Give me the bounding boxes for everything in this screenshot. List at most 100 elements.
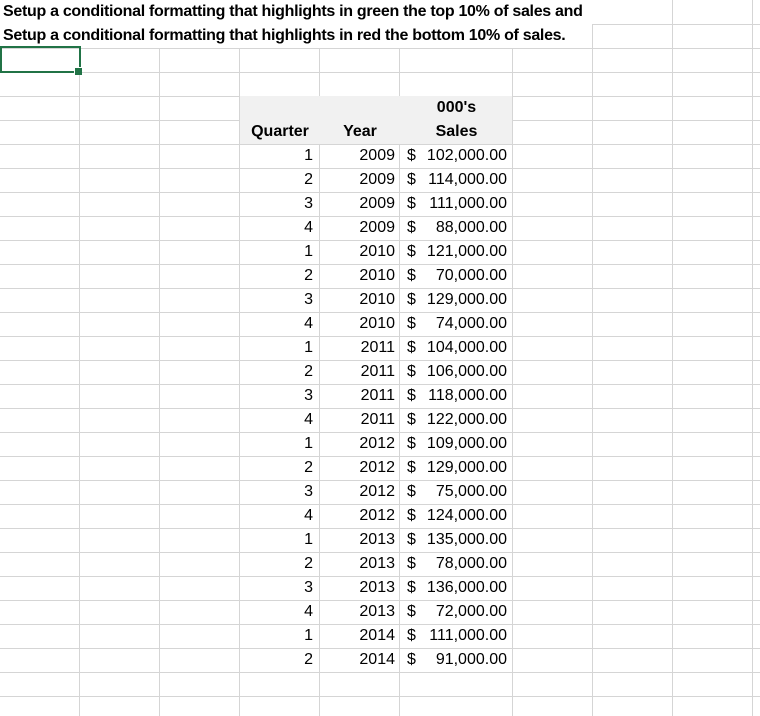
- year-cell[interactable]: 2011: [320, 336, 400, 360]
- year-cell[interactable]: 2009: [320, 216, 400, 240]
- year-cell[interactable]: 2012: [320, 480, 400, 504]
- quarter-cell[interactable]: 2: [240, 456, 320, 480]
- sales-cell[interactable]: $ 104,000.00: [400, 336, 513, 360]
- year-cell[interactable]: 2010: [320, 264, 400, 288]
- sales-cell[interactable]: $ 75,000.00: [400, 480, 513, 504]
- sales-cell[interactable]: $ 111,000.00: [400, 192, 513, 216]
- sales-cell[interactable]: $ 91,000.00: [400, 648, 513, 672]
- table-row: 2 2009 $ 114,000.00: [240, 168, 513, 192]
- quarter-cell[interactable]: 3: [240, 384, 320, 408]
- sales-cell[interactable]: $ 78,000.00: [400, 552, 513, 576]
- sales-header-cell[interactable]: Sales: [400, 120, 513, 144]
- gridline: [79, 48, 80, 716]
- table-row: 4 2009 $ 88,000.00: [240, 216, 513, 240]
- currency-symbol: $: [407, 291, 416, 308]
- year-cell[interactable]: 2009: [320, 144, 400, 168]
- year-cell[interactable]: 2013: [320, 552, 400, 576]
- currency-symbol: $: [407, 411, 416, 428]
- currency-symbol: $: [407, 195, 416, 212]
- quarter-cell[interactable]: 2: [240, 552, 320, 576]
- quarter-cell[interactable]: 1: [240, 240, 320, 264]
- sales-amount: 122,000.00: [426, 411, 507, 428]
- year-cell[interactable]: 2011: [320, 360, 400, 384]
- fill-handle[interactable]: [74, 67, 82, 75]
- sales-cell[interactable]: $ 121,000.00: [400, 240, 513, 264]
- table-row: 4 2012 $ 124,000.00: [240, 504, 513, 528]
- sales-cell[interactable]: $ 111,000.00: [400, 624, 513, 648]
- year-cell[interactable]: 2010: [320, 312, 400, 336]
- quarter-cell[interactable]: 1: [240, 336, 320, 360]
- quarter-header-cell[interactable]: Quarter: [240, 120, 320, 144]
- sales-cell[interactable]: $ 106,000.00: [400, 360, 513, 384]
- year-cell[interactable]: 2013: [320, 528, 400, 552]
- currency-symbol: $: [407, 339, 416, 356]
- selected-cell[interactable]: [0, 46, 81, 73]
- table-row: 3 2012 $ 75,000.00: [240, 480, 513, 504]
- instruction-line-1[interactable]: Setup a conditional formatting that high…: [3, 0, 583, 24]
- table-row: 3 2013 $ 136,000.00: [240, 576, 513, 600]
- year-cell[interactable]: 2013: [320, 600, 400, 624]
- quarter-cell[interactable]: 3: [240, 576, 320, 600]
- currency-symbol: $: [407, 363, 416, 380]
- sales-cell[interactable]: $ 114,000.00: [400, 168, 513, 192]
- quarter-cell[interactable]: 1: [240, 432, 320, 456]
- sales-amount: 70,000.00: [435, 267, 507, 284]
- units-header-cell[interactable]: 000's: [400, 96, 513, 120]
- sales-cell[interactable]: $ 72,000.00: [400, 600, 513, 624]
- year-cell[interactable]: 2010: [320, 288, 400, 312]
- sales-cell[interactable]: $ 70,000.00: [400, 264, 513, 288]
- table-row: 2 2013 $ 78,000.00: [240, 552, 513, 576]
- currency-symbol: $: [407, 555, 416, 572]
- sales-cell[interactable]: $ 135,000.00: [400, 528, 513, 552]
- quarter-cell[interactable]: 1: [240, 528, 320, 552]
- quarter-cell[interactable]: 2: [240, 360, 320, 384]
- sales-cell[interactable]: $ 109,000.00: [400, 432, 513, 456]
- sales-cell[interactable]: $ 129,000.00: [400, 288, 513, 312]
- quarter-cell[interactable]: 1: [240, 624, 320, 648]
- gridline: [672, 48, 673, 716]
- year-cell[interactable]: 2013: [320, 576, 400, 600]
- currency-symbol: $: [407, 243, 416, 260]
- sales-cell[interactable]: $ 118,000.00: [400, 384, 513, 408]
- quarter-cell[interactable]: 2: [240, 264, 320, 288]
- table-row: 2 2010 $ 70,000.00: [240, 264, 513, 288]
- year-cell[interactable]: 2012: [320, 432, 400, 456]
- year-cell[interactable]: 2014: [320, 648, 400, 672]
- sales-cell[interactable]: $ 136,000.00: [400, 576, 513, 600]
- year-header-cell[interactable]: Year: [320, 120, 400, 144]
- quarter-cell[interactable]: 1: [240, 144, 320, 168]
- year-cell[interactable]: 2009: [320, 192, 400, 216]
- quarter-cell[interactable]: 2: [240, 648, 320, 672]
- currency-symbol: $: [407, 627, 416, 644]
- sales-amount: 75,000.00: [435, 483, 507, 500]
- quarter-cell[interactable]: 4: [240, 216, 320, 240]
- gridline: [752, 48, 753, 716]
- quarter-cell[interactable]: 4: [240, 504, 320, 528]
- year-cell[interactable]: 2012: [320, 456, 400, 480]
- year-cell[interactable]: 2011: [320, 408, 400, 432]
- sales-amount: 104,000.00: [426, 339, 507, 356]
- quarter-cell[interactable]: 2: [240, 168, 320, 192]
- sales-cell[interactable]: $ 124,000.00: [400, 504, 513, 528]
- sales-cell[interactable]: $ 74,000.00: [400, 312, 513, 336]
- instruction-line-2[interactable]: Setup a conditional formatting that high…: [3, 24, 566, 48]
- quarter-cell[interactable]: 4: [240, 312, 320, 336]
- sales-cell[interactable]: $ 129,000.00: [400, 456, 513, 480]
- quarter-cell[interactable]: 4: [240, 408, 320, 432]
- year-cell[interactable]: 2012: [320, 504, 400, 528]
- currency-symbol: $: [407, 171, 416, 188]
- sales-cell[interactable]: $ 122,000.00: [400, 408, 513, 432]
- year-cell[interactable]: 2011: [320, 384, 400, 408]
- sales-amount: 102,000.00: [426, 147, 507, 164]
- sales-cell[interactable]: $ 102,000.00: [400, 144, 513, 168]
- year-cell[interactable]: 2014: [320, 624, 400, 648]
- quarter-cell[interactable]: 4: [240, 600, 320, 624]
- quarter-cell[interactable]: 3: [240, 480, 320, 504]
- year-cell[interactable]: 2010: [320, 240, 400, 264]
- quarter-cell[interactable]: 3: [240, 192, 320, 216]
- currency-symbol: $: [407, 315, 416, 332]
- quarter-cell[interactable]: 3: [240, 288, 320, 312]
- table-row: 1 2012 $ 109,000.00: [240, 432, 513, 456]
- sales-cell[interactable]: $ 88,000.00: [400, 216, 513, 240]
- year-cell[interactable]: 2009: [320, 168, 400, 192]
